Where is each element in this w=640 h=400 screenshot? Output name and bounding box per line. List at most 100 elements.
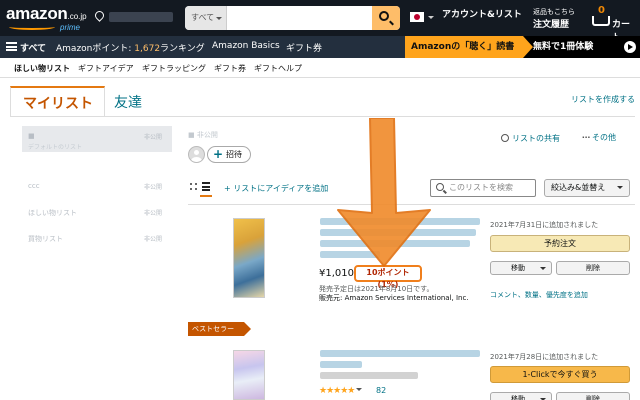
listnav-wishlist[interactable]: ほしい物リスト [14,63,70,74]
search-icon [379,11,389,21]
star-rating[interactable]: ★★★★★ [319,386,363,396]
search-category-label: すべて [191,13,215,22]
move-dropdown[interactable]: 移動 [490,261,552,275]
delete-button[interactable]: 削除 [556,261,630,275]
product-title-redacted[interactable] [320,361,362,368]
list-sidebar: ■ デフォルトのリスト 非公開 ccc 非公開 ほしい物リスト 非公開 買物リス… [22,126,172,400]
listnav-gift-wrapping[interactable]: ギフトラッピング [142,63,206,74]
list-privacy: 非公開 [143,184,162,191]
logo-smile-icon [9,24,55,30]
seller-info: 販売元: Amazon Services International, Inc. [319,293,469,303]
list-item: ★★★★★ 82 2021年7月28日に追加されました 1-Clickで今すぐ買… [188,342,635,400]
list-privacy: 非公開 [143,210,162,217]
add-comment-link[interactable]: コメント、数量、優先度を追加 [490,290,588,300]
account-lists[interactable]: アカウント&リスト [442,7,522,20]
one-click-buy-button[interactable]: 1-Clickで今すぐ買う [490,366,630,383]
tab-friends[interactable]: 友達 [114,92,142,112]
sidebar-list-item[interactable]: ccc 非公開 [22,176,172,202]
sidebar-list-item[interactable]: 買物リスト 非公開 [22,228,172,254]
list-subtitle: デフォルトのリスト [28,144,83,151]
listnav-gift-help[interactable]: ギフトヘルプ [254,63,302,74]
bestseller-badge: ベストセラー [188,322,251,336]
wishlist-nav: ほしい物リスト ギフトアイデア ギフトラッピング ギフト券 ギフトヘルプ [0,58,640,78]
search-category-select[interactable]: すべて [185,6,227,30]
seller-label: 販売元: [319,294,343,302]
orders-label: 注文履歴 [533,20,570,30]
tab-my-list[interactable]: マイリスト [10,86,105,117]
ranking-link[interactable]: ランキング [160,41,205,54]
chevron-down-icon [428,16,434,22]
amazon-basics-link[interactable]: Amazon Basics [212,41,280,51]
filter-sort-dropdown[interactable]: 絞込み&並替え [544,179,630,197]
list-name: ccc [28,182,40,190]
search-bar: すべて [185,6,400,30]
listnav-gift-card[interactable]: ギフト券 [214,63,246,74]
sidebar-list-item[interactable]: ■ デフォルトのリスト 非公開 [22,126,172,152]
list-name: ほしい物リスト [28,209,77,217]
banner-left-text: Amazonの「聴く」読書 [405,36,533,58]
more-dots-icon: ⋯ [582,133,590,142]
gift-card-link[interactable]: ギフト券 [286,41,322,54]
added-date: 2021年7月28日に追加されました [490,353,599,361]
tab-divider [10,116,635,117]
invite-button[interactable]: + 招待 [207,146,251,163]
chevron-down-icon [617,186,623,192]
returns-orders[interactable]: 返品もこちら 注文履歴 [533,7,575,30]
sidebar-list-item[interactable]: ほしい物リスト 非公開 [22,202,172,228]
amazon-logo[interactable]: amazon.co.jp prime [6,4,87,32]
cart-button[interactable]: 0 カート [590,5,636,43]
product-author-redacted [320,372,418,379]
delivery-location[interactable] [93,9,175,26]
more-label: その他 [592,133,616,142]
japan-flag-icon[interactable] [410,12,424,22]
play-icon [624,41,636,53]
amazon-points-link[interactable]: Amazonポイント: 1,672 [56,41,160,54]
more-options-link[interactable]: ⋯ その他 [582,132,616,143]
cart-count: 0 [598,5,605,16]
logo-wordmark: amazon [6,4,68,23]
list-owner: ■ 非公開 [188,131,218,139]
preorder-button[interactable]: 予約注文 [490,235,630,252]
add-idea-link[interactable]: + リストにアイディアを追加 [224,183,328,194]
annotation-arrow-icon [337,118,431,267]
chevron-down-icon [216,17,222,23]
share-list-link[interactable]: リストの共有 [501,133,560,144]
logo-suffix: .co.jp [67,12,87,21]
chevron-down-icon [540,267,546,273]
banner-right-text: 無料で1冊体験 [533,42,594,52]
list-view-icon[interactable] [202,182,210,191]
grid-view-icon[interactable] [190,183,197,190]
audible-banner[interactable]: Amazonの「聴く」読書 無料で1冊体験 [405,36,640,58]
rating-count-link[interactable]: 82 [376,386,386,395]
filter-label: 絞込み&並替え [551,183,606,192]
share-label: リストの共有 [512,134,560,143]
list-search-input[interactable]: このリストを検索 [430,179,536,197]
listnav-gift-ideas[interactable]: ギフトアイデア [78,63,134,74]
move-dropdown[interactable]: 移動 [490,392,552,400]
added-date: 2021年7月31日に追加されました [490,221,599,229]
product-thumbnail[interactable] [233,218,265,298]
list-tabs: マイリスト 友達 リストを作成する [10,86,635,117]
move-label: 移動 [511,395,525,400]
list-name: ■ [28,132,35,140]
location-pin-icon [93,9,106,22]
sidebar-list-item[interactable] [22,152,172,178]
delete-button[interactable]: 削除 [556,392,630,400]
move-label: 移動 [511,264,525,272]
plus-icon: + [213,147,224,161]
product-thumbnail[interactable] [233,350,265,400]
star-icons: ★★★★★ [319,386,355,396]
search-button[interactable] [372,6,400,30]
list-search-placeholder: このリストを検索 [449,183,513,192]
location-text-redacted [109,12,173,22]
create-list-link[interactable]: リストを作成する [571,94,635,105]
product-title-redacted[interactable] [320,350,480,357]
list-privacy: 非公開 [143,236,162,243]
share-icon [501,134,509,142]
all-menu-link[interactable]: すべて [20,41,46,54]
menu-icon[interactable] [6,42,17,51]
seller-name[interactable]: Amazon Services International, Inc. [345,294,469,302]
points-label: Amazonポイント: [56,44,132,54]
list-privacy: 非公開 [143,134,162,141]
logo-prime-tag: prime [60,23,81,32]
